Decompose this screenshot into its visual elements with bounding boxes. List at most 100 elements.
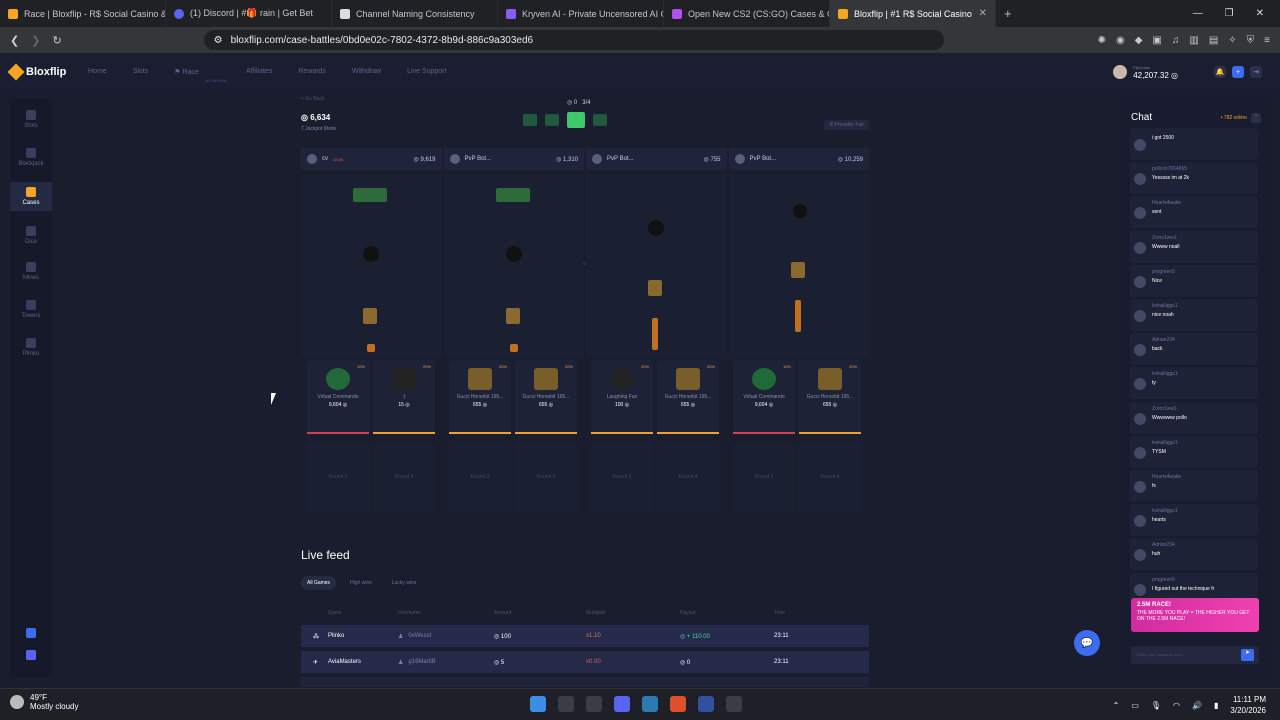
wifi-icon[interactable]: ◠ xyxy=(1173,701,1180,710)
avatar[interactable] xyxy=(1134,412,1146,425)
notifications-icon[interactable]: 🔔 xyxy=(1214,66,1226,78)
brave-icon[interactable] xyxy=(670,696,686,712)
sidebar-item-dice[interactable]: Dice xyxy=(10,226,52,245)
start-icon[interactable] xyxy=(530,696,546,712)
weather-widget[interactable]: 49°F Mostly cloudy xyxy=(10,693,78,711)
sidebar-icon[interactable]: ▥ xyxy=(1189,35,1198,46)
music-icon[interactable]: ♫ xyxy=(1172,35,1180,46)
case-icon-active[interactable] xyxy=(567,112,585,128)
close-window-icon[interactable]: ✕ xyxy=(1256,8,1264,19)
provably-fair-button[interactable]: ⛨ Provably Fair xyxy=(824,120,869,130)
mic-icon[interactable]: 🎙 xyxy=(1151,701,1161,710)
race-banner[interactable]: 2.5M RACE! THE MORE YOU PLAY = THE HIGHE… xyxy=(1131,598,1259,632)
bloxflip-logo[interactable]: Bloxflip xyxy=(7,63,88,81)
sidebar-item-slots[interactable]: Slots xyxy=(10,110,52,129)
drop-card[interactable]: 20%:) 15 ◎ xyxy=(373,360,435,434)
volume-icon[interactable]: 🔊 xyxy=(1192,701,1202,710)
maximize-icon[interactable]: ❐ xyxy=(1225,8,1234,19)
app-icon[interactable] xyxy=(726,696,742,712)
deposit-button[interactable]: + xyxy=(1232,66,1244,78)
app-icon[interactable] xyxy=(698,696,714,712)
tab-active[interactable]: Bloxflip | #1 R$ Social Casino ✕ xyxy=(830,0,996,27)
menu-icon[interactable]: ≡ xyxy=(1264,35,1270,46)
avatar[interactable] xyxy=(1134,173,1146,186)
player-card[interactable]: PvP Bot... ◎ 10,259 xyxy=(728,148,869,170)
player-card[interactable]: PvP Bot... ◎ 755 xyxy=(586,148,727,170)
table-row[interactable]: ⁂ Plinko ♟ 0xWesst ◎ 100 x1.10 ◎ + 110.00 … xyxy=(301,625,869,647)
avatar[interactable] xyxy=(1134,515,1146,528)
nav-race[interactable]: ⚑ Race2d 18h 58m xyxy=(174,68,226,83)
extension-icon[interactable]: ▣ xyxy=(1152,35,1161,46)
avatar[interactable] xyxy=(1134,378,1146,391)
sidebar-item-blackjack[interactable]: Blackjack xyxy=(10,148,52,167)
avatar[interactable] xyxy=(1134,446,1146,459)
sidebar-item-plinko[interactable]: Plinko xyxy=(10,338,52,357)
tab[interactable]: Race | Bloxflip - R$ Social Casino & A xyxy=(0,0,166,27)
go-back-link[interactable]: < Go Back xyxy=(301,96,324,102)
avatar[interactable] xyxy=(1134,481,1146,493)
back-icon[interactable]: ❮ xyxy=(10,34,19,47)
nav-rewards[interactable]: Rewards xyxy=(298,68,326,76)
extension-icon[interactable]: ✺ xyxy=(1098,35,1106,46)
drop-card[interactable]: 20% Gucci Horsebit 195... 655 ◎ xyxy=(449,360,511,434)
chevron-up-icon[interactable]: ⌃ xyxy=(1113,701,1120,710)
drop-card[interactable]: 20% Gucci Horsebit 195... 655 ◎ xyxy=(515,360,577,434)
tab-lucky-wins[interactable]: Lucky wins xyxy=(386,576,422,590)
drop-card[interactable]: 10% Virtual Commando 9,604 ◎ xyxy=(733,360,795,434)
extension-icon[interactable]: ◉ xyxy=(1116,35,1125,46)
clock[interactable]: 11:11 PM 3/20/2026 xyxy=(1230,694,1266,716)
reload-icon[interactable]: ↻ xyxy=(52,34,61,47)
discord-icon[interactable] xyxy=(614,696,630,712)
avatar[interactable] xyxy=(1134,207,1146,220)
tab-high-wins[interactable]: High wins xyxy=(344,576,378,590)
avatar[interactable] xyxy=(1134,310,1146,322)
player-card[interactable]: cv 43.85 ◎ 9,619 xyxy=(301,148,442,170)
avatar[interactable] xyxy=(1134,549,1146,562)
close-tab-icon[interactable]: ✕ xyxy=(979,8,987,19)
url-field[interactable]: ⚙ bloxflip.com/case-battles/0bd0e02c-7802… xyxy=(203,30,944,50)
collapse-chat-button[interactable]: › xyxy=(1251,112,1261,123)
tab[interactable]: Open New CS2 (CS:GO) Cases & Get xyxy=(664,0,830,27)
player-card[interactable]: PvP Bot... ◎ 1,310 xyxy=(443,148,584,170)
sidebar-item-mines[interactable]: Mines xyxy=(10,262,52,281)
table-row[interactable] xyxy=(301,677,869,687)
new-tab-button[interactable]: + xyxy=(996,6,1020,21)
logout-icon[interactable]: ⇥ xyxy=(1250,66,1262,78)
drop-card[interactable]: 10% Virtual Commando 9,604 ◎ xyxy=(307,360,369,434)
case-icon[interactable] xyxy=(593,114,607,126)
avatar[interactable] xyxy=(1134,241,1146,254)
extension-icon[interactable]: ◆ xyxy=(1135,35,1143,46)
tab[interactable]: Channel Naming Consistency xyxy=(332,0,498,27)
discord-icon[interactable] xyxy=(10,650,52,663)
ai-icon[interactable]: ✧ xyxy=(1228,35,1236,46)
wallet-icon[interactable]: ▤ xyxy=(1209,35,1218,46)
avatar[interactable] xyxy=(1134,139,1146,151)
support-chat-button[interactable]: 💬 xyxy=(1074,630,1100,656)
nav-slots[interactable]: Slots xyxy=(133,68,149,76)
tab[interactable]: (1) Discord | #🎁 rain | Get Bet xyxy=(166,0,332,27)
search-icon[interactable] xyxy=(558,696,574,712)
avatar[interactable] xyxy=(1134,344,1146,357)
avatar[interactable] xyxy=(1134,275,1146,288)
app-icon[interactable] xyxy=(642,696,658,712)
send-icon[interactable]: ➤ xyxy=(1241,649,1254,661)
table-row[interactable]: ✈ AviaMasters ♟ g16MartiB ◎ 5 x0.00 ◎ 0 23… xyxy=(301,651,869,673)
drop-card[interactable]: 20% Gucci Horsebit 195... 655 ◎ xyxy=(657,360,719,434)
tab-all-games[interactable]: All Games xyxy=(301,576,337,590)
drop-card[interactable]: 20% Gucci Horsebit 195... 655 ◎ xyxy=(799,360,861,434)
tab[interactable]: Kryven AI - Private Uncensored AI Ch xyxy=(498,0,664,27)
minimize-icon[interactable]: — xyxy=(1193,8,1203,19)
nav-home[interactable]: Home xyxy=(88,68,107,76)
battery-icon[interactable]: ▭ xyxy=(1131,701,1139,710)
drop-card[interactable]: 20% Laughing Fun 100 ◎ xyxy=(591,360,653,434)
battery-icon[interactable]: ▮ xyxy=(1214,701,1218,710)
nav-withdraw[interactable]: Withdraw xyxy=(352,68,381,76)
sidebar-item-towers[interactable]: Towers xyxy=(10,300,52,319)
sidebar-item-cases[interactable]: Cases xyxy=(10,182,52,211)
task-view-icon[interactable] xyxy=(586,696,602,712)
shield-icon[interactable] xyxy=(10,628,52,641)
forward-icon[interactable]: ❯ xyxy=(31,34,40,47)
shield-icon[interactable]: ⛨ xyxy=(1247,35,1255,46)
case-icon[interactable] xyxy=(545,114,559,126)
chat-input[interactable]: Enter your message here... xyxy=(1131,646,1259,664)
